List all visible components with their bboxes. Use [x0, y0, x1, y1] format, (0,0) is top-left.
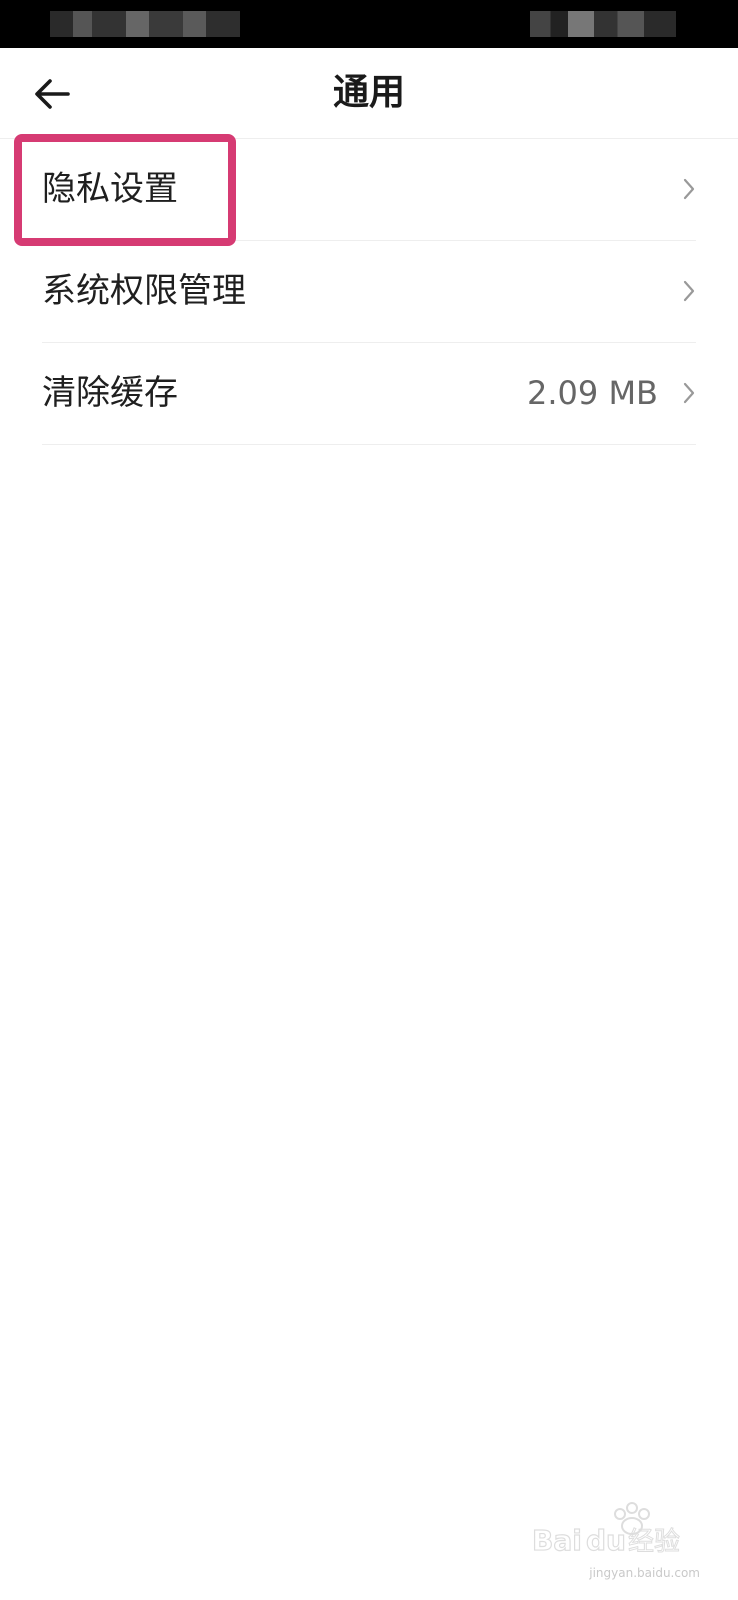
svg-text:du: du [586, 1524, 626, 1557]
svg-text:经验: 经验 [628, 1527, 680, 1557]
status-bar [0, 0, 738, 48]
cache-size-value: 2.09 MB [527, 374, 658, 412]
clear-cache-label: 清除缓存 [42, 373, 178, 413]
privacy-settings-label: 隐私设置 [42, 169, 178, 209]
watermark-url: jingyan.baidu.com [589, 1566, 700, 1580]
status-bar-obscured-right [530, 11, 676, 37]
settings-list: 隐私设置 系统权限管理 清除缓存 2.09 MB [0, 139, 738, 445]
chevron-right-icon [683, 178, 695, 200]
system-permission-label: 系统权限管理 [42, 271, 246, 311]
chevron-right-icon [683, 382, 695, 404]
chevron-right-icon [683, 280, 695, 302]
system-permission-item[interactable]: 系统权限管理 [42, 241, 696, 343]
page-title: 通用 [332, 72, 405, 113]
privacy-settings-item[interactable]: 隐私设置 [42, 139, 696, 241]
header: 通用 [0, 48, 738, 139]
baidu-jingyan-watermark: Bai du 经验 [531, 1502, 681, 1558]
status-bar-obscured-left [50, 11, 240, 37]
clear-cache-item[interactable]: 清除缓存 2.09 MB [42, 343, 696, 445]
general-settings-screen: 通用 隐私设置 系统权限管理 清除缓存 2.09 MB Bai du 经验 ji… [0, 0, 738, 1600]
svg-text:Bai: Bai [532, 1524, 582, 1557]
